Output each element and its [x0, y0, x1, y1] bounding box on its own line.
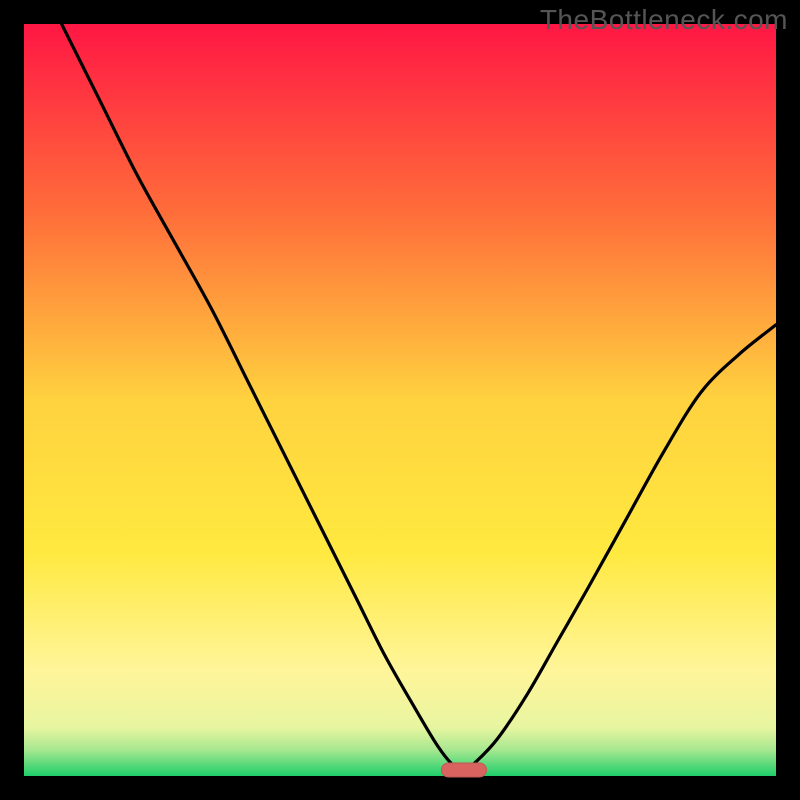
chart-container: { "watermark": "TheBottleneck.com", "cha…: [0, 0, 800, 800]
watermark-text: TheBottleneck.com: [540, 4, 788, 36]
bottleneck-chart: [0, 0, 800, 800]
plot-area: [24, 24, 776, 776]
optimal-marker: [441, 763, 486, 777]
